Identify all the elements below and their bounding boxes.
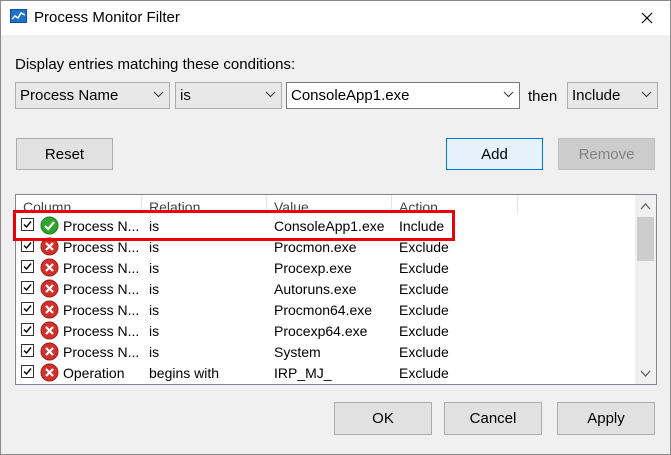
row-column: Process N... — [63, 323, 140, 339]
scroll-down-icon[interactable] — [639, 367, 652, 380]
row-value: Autoruns.exe — [274, 281, 357, 297]
column-select-value: Process Name — [20, 87, 119, 104]
row-value: Procexp64.exe — [274, 323, 368, 339]
row-value: ConsoleApp1.exe — [274, 218, 385, 234]
row-value: System — [274, 344, 321, 360]
table-row[interactable]: Process N... is Procmon.exe Exclude — [16, 236, 634, 257]
value-input-text: ConsoleApp1.exe — [291, 87, 410, 104]
row-action: Exclude — [399, 260, 449, 276]
window-title: Process Monitor Filter — [34, 9, 180, 26]
row-action: Exclude — [399, 344, 449, 360]
relation-select-value: is — [180, 87, 191, 104]
action-select-value: Include — [572, 87, 621, 104]
close-icon — [641, 12, 653, 24]
row-relation: is — [149, 260, 160, 276]
chevron-down-icon — [153, 91, 164, 98]
reset-button[interactable]: Reset — [16, 138, 113, 170]
row-relation: is — [149, 344, 160, 360]
row-column: Process N... — [63, 344, 140, 360]
relation-select[interactable]: is — [175, 82, 282, 109]
row-relation: is — [149, 323, 160, 339]
row-value: IRP_MJ_ — [274, 365, 332, 381]
then-label: then — [528, 88, 558, 105]
row-column: Process N... — [63, 281, 140, 297]
column-select[interactable]: Process Name — [15, 82, 170, 109]
add-button[interactable]: Add — [446, 138, 543, 170]
row-checkbox[interactable] — [21, 323, 34, 336]
column-header-column[interactable]: Column — [23, 199, 71, 215]
table-row[interactable]: Operation begins with IRP_MJ_ Exclude — [16, 362, 634, 383]
table-row[interactable]: Process N... is Procmon64.exe Exclude — [16, 299, 634, 320]
row-value: Procmon64.exe — [274, 302, 373, 318]
row-relation: is — [149, 239, 160, 255]
table-row[interactable]: Process N... is Autoruns.exe Exclude — [16, 278, 634, 299]
row-column: Process N... — [63, 260, 140, 276]
column-divider[interactable] — [141, 195, 142, 214]
close-button[interactable] — [624, 1, 670, 35]
row-checkbox[interactable] — [21, 365, 34, 378]
list-header: Column Relation Value Action — [16, 195, 634, 215]
table-row[interactable]: Process N... is System Exclude — [16, 341, 634, 362]
row-action: Exclude — [399, 365, 449, 381]
row-relation: is — [149, 302, 160, 318]
row-column: Process N... — [63, 302, 140, 318]
row-action: Exclude — [399, 281, 449, 297]
row-column: Operation — [63, 365, 125, 381]
scroll-up-icon[interactable] — [639, 200, 652, 213]
chevron-down-icon — [265, 91, 276, 98]
row-column: Process N... — [63, 218, 140, 234]
title-bar: Process Monitor Filter — [1, 1, 670, 35]
row-column: Process N... — [63, 239, 140, 255]
filter-list[interactable]: Column Relation Value Action Process N..… — [15, 194, 657, 385]
row-value: Procmon.exe — [274, 239, 357, 255]
exclude-x-icon — [40, 300, 59, 319]
row-action: Exclude — [399, 302, 449, 318]
exclude-x-icon — [40, 258, 59, 277]
column-divider[interactable] — [391, 195, 392, 214]
row-action: Exclude — [399, 323, 449, 339]
column-header-value[interactable]: Value — [274, 199, 309, 215]
scrollbar-thumb[interactable] — [637, 217, 654, 261]
row-action: Exclude — [399, 239, 449, 255]
column-header-action[interactable]: Action — [399, 199, 438, 215]
row-checkbox[interactable] — [21, 302, 34, 315]
value-input[interactable]: ConsoleApp1.exe — [286, 82, 520, 109]
exclude-x-icon — [40, 321, 59, 340]
row-value: Procexp.exe — [274, 260, 352, 276]
row-checkbox[interactable] — [21, 260, 34, 273]
apply-button[interactable]: Apply — [557, 402, 655, 435]
exclude-x-icon — [40, 237, 59, 256]
row-action: Include — [399, 218, 445, 234]
exclude-x-icon — [40, 279, 59, 298]
remove-button[interactable]: Remove — [558, 138, 655, 170]
chevron-down-icon — [641, 91, 652, 98]
row-checkbox[interactable] — [21, 218, 34, 231]
vertical-scrollbar[interactable] — [635, 195, 656, 384]
chevron-down-icon[interactable] — [503, 91, 514, 98]
row-checkbox[interactable] — [21, 344, 34, 357]
cancel-button[interactable]: Cancel — [444, 402, 542, 435]
table-row[interactable]: Process N... is Procexp64.exe Exclude — [16, 320, 634, 341]
process-monitor-icon — [10, 9, 27, 23]
column-divider[interactable] — [517, 195, 518, 214]
exclude-x-icon — [40, 363, 59, 382]
row-relation: is — [149, 281, 160, 297]
table-row[interactable]: Process N... is ConsoleApp1.exe Include — [16, 215, 634, 236]
row-relation: is — [149, 218, 160, 234]
action-select[interactable]: Include — [567, 82, 658, 109]
conditions-prompt: Display entries matching these condition… — [15, 56, 296, 73]
exclude-x-icon — [40, 342, 59, 361]
table-row[interactable]: Process N... is Procexp.exe Exclude — [16, 257, 634, 278]
row-checkbox[interactable] — [21, 281, 34, 294]
row-checkbox[interactable] — [21, 239, 34, 252]
column-divider[interactable] — [266, 195, 267, 214]
ok-button[interactable]: OK — [334, 402, 432, 435]
process-monitor-filter-dialog: Process Monitor Filter Display entries m… — [0, 0, 671, 455]
column-header-relation[interactable]: Relation — [149, 199, 200, 215]
include-check-icon — [40, 216, 59, 235]
row-relation: begins with — [149, 365, 220, 381]
